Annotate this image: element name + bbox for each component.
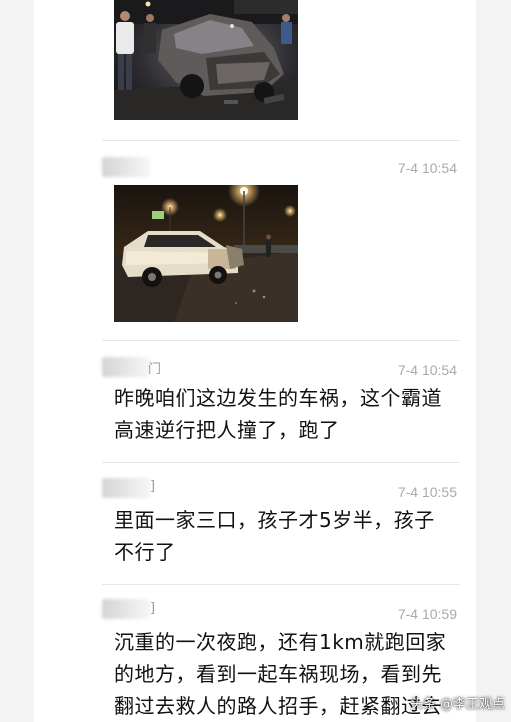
watermark: 头条 @李正观点 <box>409 697 505 712</box>
suv-accident-image <box>114 185 298 322</box>
sender-name-tail: ] <box>150 479 156 494</box>
message-line: 昨晚咱们这边发生的车祸，这个霸道 <box>114 386 442 410</box>
photo-wrecked-car[interactable] <box>114 0 298 120</box>
sender-name-tail: ] <box>150 601 156 616</box>
message-timestamp: 7-4 10:55 <box>397 484 457 500</box>
message-line: 不行了 <box>114 540 176 564</box>
message-text: 里面一家三口，孩子才5岁半，孩子 不行了 <box>114 504 464 568</box>
sender-name-blurred <box>102 157 150 177</box>
wrecked-car-image <box>114 0 298 120</box>
sender-name-tail: 门 <box>148 362 162 377</box>
message-line: 的地方，看到一起车祸现场，看到先 <box>114 662 442 686</box>
message-divider <box>102 340 460 341</box>
message-divider <box>102 462 460 463</box>
message-line: 里面一家三口，孩子才5岁半，孩子 <box>114 508 435 532</box>
sender-name-blurred <box>102 357 150 377</box>
message-divider <box>102 584 460 585</box>
chat-history-panel: 7-4 10:54 门 7-4 10:54 昨晚咱们这边发生的车祸，这个霸道 高… <box>34 0 476 722</box>
message-timestamp: 7-4 10:54 <box>397 362 457 378</box>
sender-name-blurred <box>102 478 150 498</box>
message-divider <box>102 140 460 141</box>
message-line: 高速逆行把人撞了，跑了 <box>114 418 340 442</box>
sender-name-blurred <box>102 599 150 619</box>
photo-suv-accident-scene[interactable] <box>114 185 298 322</box>
message-line: 沉重的一次夜跑，还有1km就跑回家 <box>114 630 447 654</box>
message-timestamp: 7-4 10:59 <box>397 606 457 622</box>
message-text: 昨晚咱们这边发生的车祸，这个霸道 高速逆行把人撞了，跑了 <box>114 382 464 446</box>
message-timestamp: 7-4 10:54 <box>397 160 457 176</box>
